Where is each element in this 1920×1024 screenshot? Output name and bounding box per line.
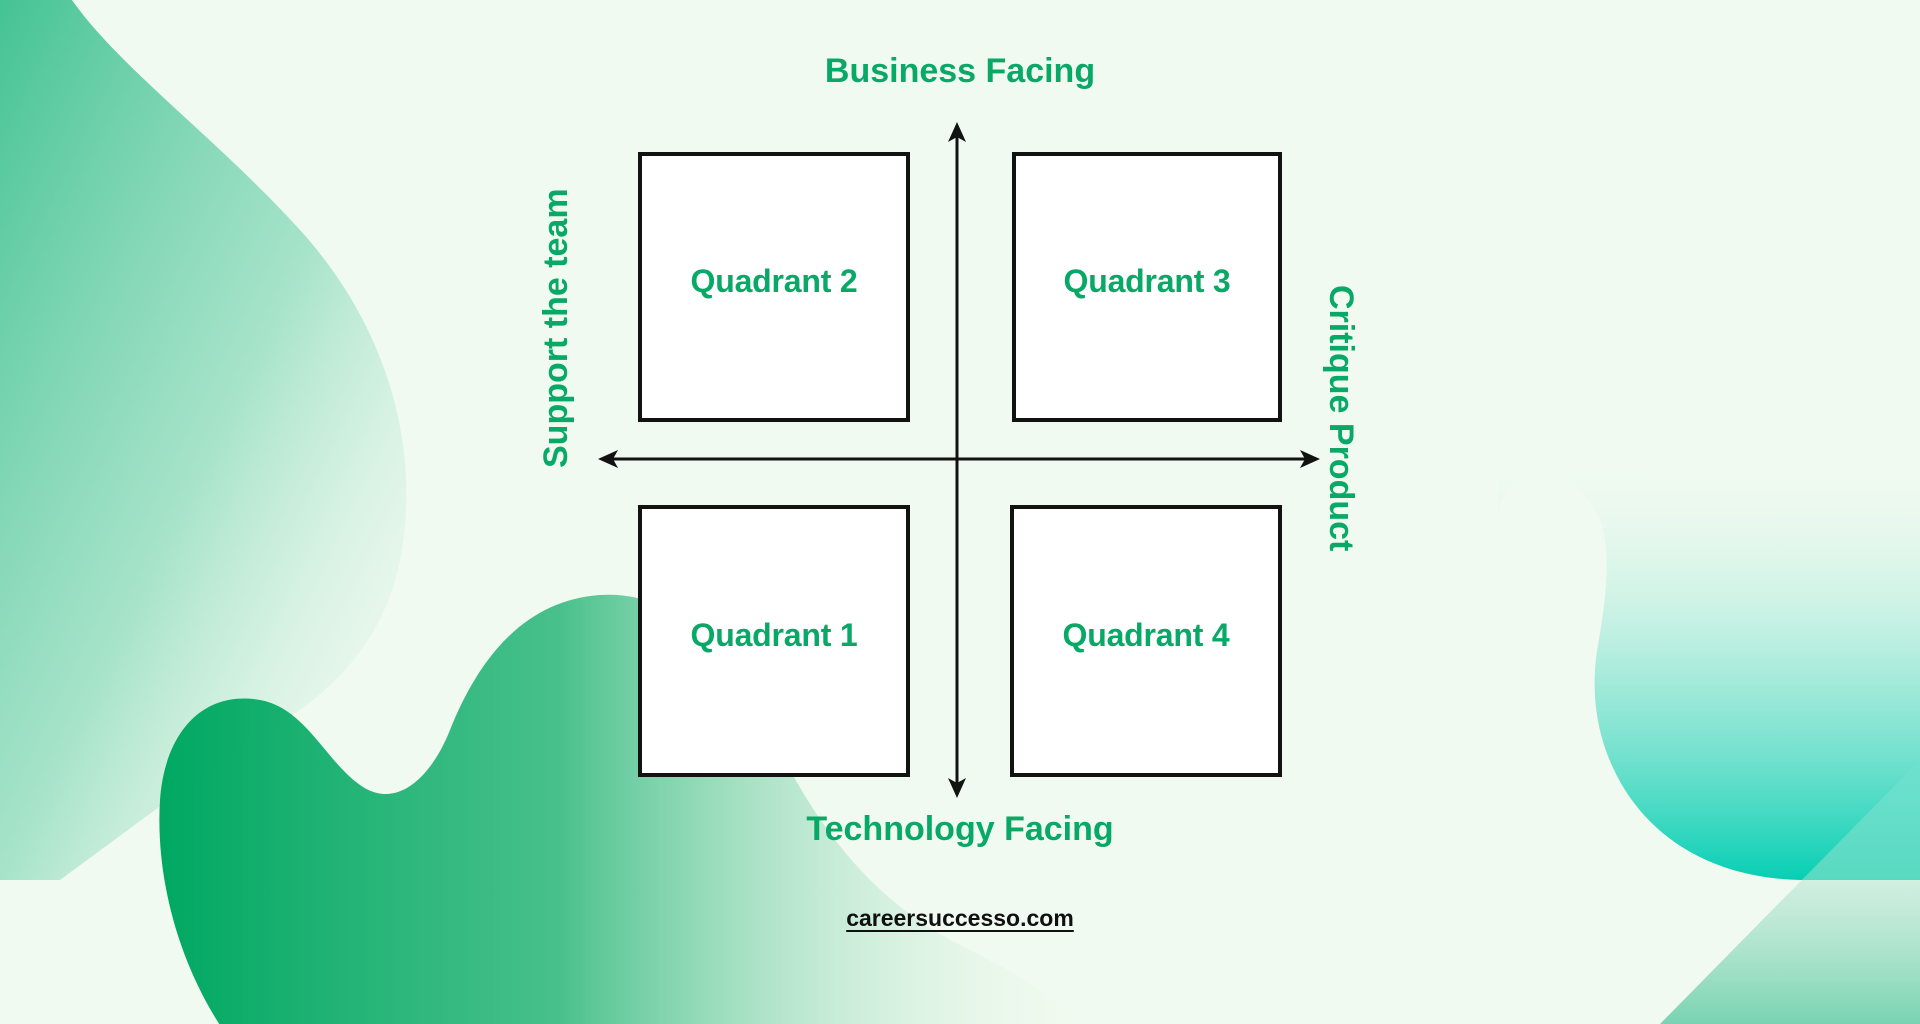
diagram-canvas: Business Facing Technology Facing Suppor… bbox=[0, 0, 1920, 1024]
quadrant-box-2[interactable]: Quadrant 2 bbox=[638, 152, 910, 422]
quadrant-chart: Quadrant 2 Quadrant 3 Quadrant 1 Quadran… bbox=[560, 110, 1360, 810]
quadrant-label-2: Quadrant 2 bbox=[690, 262, 858, 299]
footer: careersuccesso.com bbox=[0, 905, 1920, 932]
quadrant-box-4[interactable]: Quadrant 4 bbox=[1010, 505, 1282, 777]
axis-label-bottom: Technology Facing bbox=[806, 810, 1114, 848]
quadrant-label-4: Quadrant 4 bbox=[1062, 616, 1230, 653]
quadrant-box-1[interactable]: Quadrant 1 bbox=[638, 505, 910, 777]
quadrant-label-1: Quadrant 1 bbox=[690, 616, 858, 653]
website-link[interactable]: careersuccesso.com bbox=[846, 905, 1074, 931]
blob-bottom-right-shape bbox=[1660, 760, 1920, 1024]
quadrant-label-3: Quadrant 3 bbox=[1063, 262, 1231, 299]
blob-top-left-shape bbox=[0, 0, 407, 880]
quadrant-box-3[interactable]: Quadrant 3 bbox=[1012, 152, 1282, 422]
axis-label-top: Business Facing bbox=[824, 52, 1096, 90]
